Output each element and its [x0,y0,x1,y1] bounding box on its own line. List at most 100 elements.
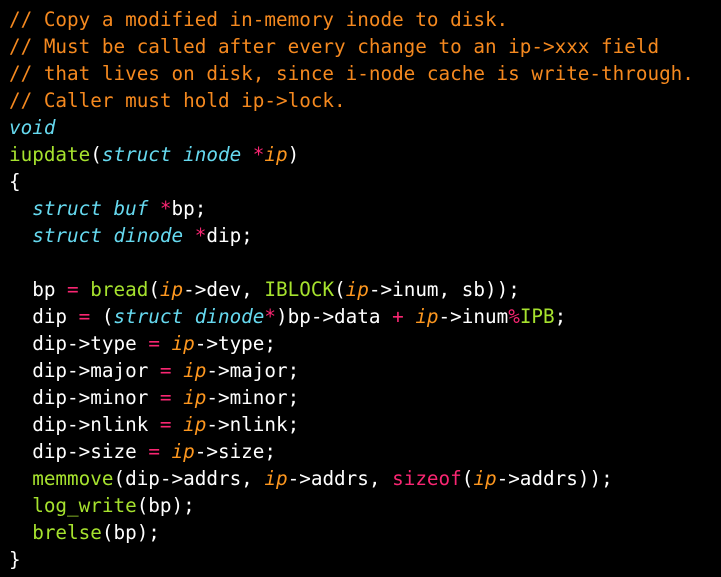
code-token: IBLOCK [264,278,335,301]
code-token: ip [473,467,497,490]
code-token: = [159,413,172,436]
code-line: dip->size = ip->size; [9,438,721,465]
code-line: } [9,546,721,573]
code-token: % [508,305,520,328]
code-line: // Must be called after every change to … [9,33,721,60]
code-line: struct dinode *dip; [9,222,721,249]
code-editor[interactable]: // Copy a modified in-memory inode to di… [0,0,721,577]
code-token: // Copy a modified in-memory inode to di… [9,8,509,31]
code-token: (bp); [101,521,160,544]
code-token: iupdate [9,143,91,166]
code-token: ip [183,413,207,436]
code-token: = [148,332,160,355]
code-token: * [252,143,265,166]
code-line: // Copy a modified in-memory inode to di… [9,6,721,33]
code-token: ip [183,359,207,382]
code-token: // Caller must hold ip->lock. [9,89,346,112]
code-token: ->dev, [183,278,265,301]
code-token: ->addrs, [287,467,393,490]
code-line: dip->nlink = ip->nlink; [9,411,721,438]
code-line: bp = bread(ip->dev, IBLOCK(ip->inum, sb)… [9,276,721,303]
code-token: log_write [32,494,137,517]
code-token: (dip->addrs, [113,467,265,490]
code-token: ( [90,143,102,166]
code-line: { [9,168,721,195]
code-token: ip [159,278,184,301]
code-token: } [9,548,21,571]
code-line: void [9,114,721,141]
code-token: ->size; [194,440,277,463]
code-token: ->major; [206,359,300,382]
code-token: ( [334,278,346,301]
code-token: struct buf [32,197,160,220]
code-token: = [67,278,79,301]
code-token: dip; [206,224,253,247]
code-token: ip [171,332,195,355]
code-token: dip->nlink [9,413,160,436]
code-token: // that lives on disk, since i-node cach… [9,62,694,85]
code-token: bread [90,278,149,301]
code-token: struct dinode [32,224,195,247]
code-token: ->addrs)); [496,467,613,490]
code-line: dip->major = ip->major; [9,357,721,384]
code-token: (bp); [136,494,195,517]
code-token: = [159,386,172,409]
code-token: void [9,116,56,139]
code-token: sizeof [392,467,462,490]
code-token: { [9,170,21,193]
code-token: ip [183,386,207,409]
code-token: ip [171,440,195,463]
code-line: brelse(bp); [9,519,721,546]
code-line: // that lives on disk, since i-node cach… [9,60,721,87]
code-token: ip [264,467,288,490]
code-token: ; [554,305,567,328]
code-token: * [159,197,172,220]
code-token: dip->type [9,332,149,355]
code-line: memmove(dip->addrs, ip->addrs, sizeof(ip… [9,465,721,492]
code-token: struct dinode [113,305,265,328]
code-token: bp [9,278,68,301]
code-line: struct buf *bp; [9,195,721,222]
code-token: )bp->data [276,305,393,328]
code-token: * [194,224,207,247]
code-token: dip->minor [9,386,160,409]
code-line: dip->minor = ip->minor; [9,384,721,411]
code-token: ( [90,305,114,328]
code-line: // Caller must hold ip->lock. [9,87,721,114]
code-token: // Must be called after every change to … [9,35,660,58]
code-token: = [78,305,91,328]
code-token: IPB [519,305,555,328]
code-token: bp; [171,197,207,220]
code-token: ->nlink; [206,413,300,436]
code-token: ip [345,278,369,301]
code-token: brelse [32,521,102,544]
code-line: dip->type = ip->type; [9,330,721,357]
code-token: dip [9,305,79,328]
code-token: dip->size [9,440,149,463]
code-token: ->inum, sb)); [368,278,520,301]
code-line: dip = (struct dinode*)bp->data + ip->inu… [9,303,721,330]
code-line: iupdate(struct inode *ip) [9,141,721,168]
code-token: = [159,359,172,382]
code-token: = [148,440,160,463]
code-token: memmove [32,467,114,490]
code-token: dip->major [9,359,160,382]
code-token: ->type; [194,332,277,355]
code-token: ->minor; [206,386,300,409]
code-token: ->inum [438,305,509,328]
code-token: ip [264,143,288,166]
code-token: ( [148,278,160,301]
